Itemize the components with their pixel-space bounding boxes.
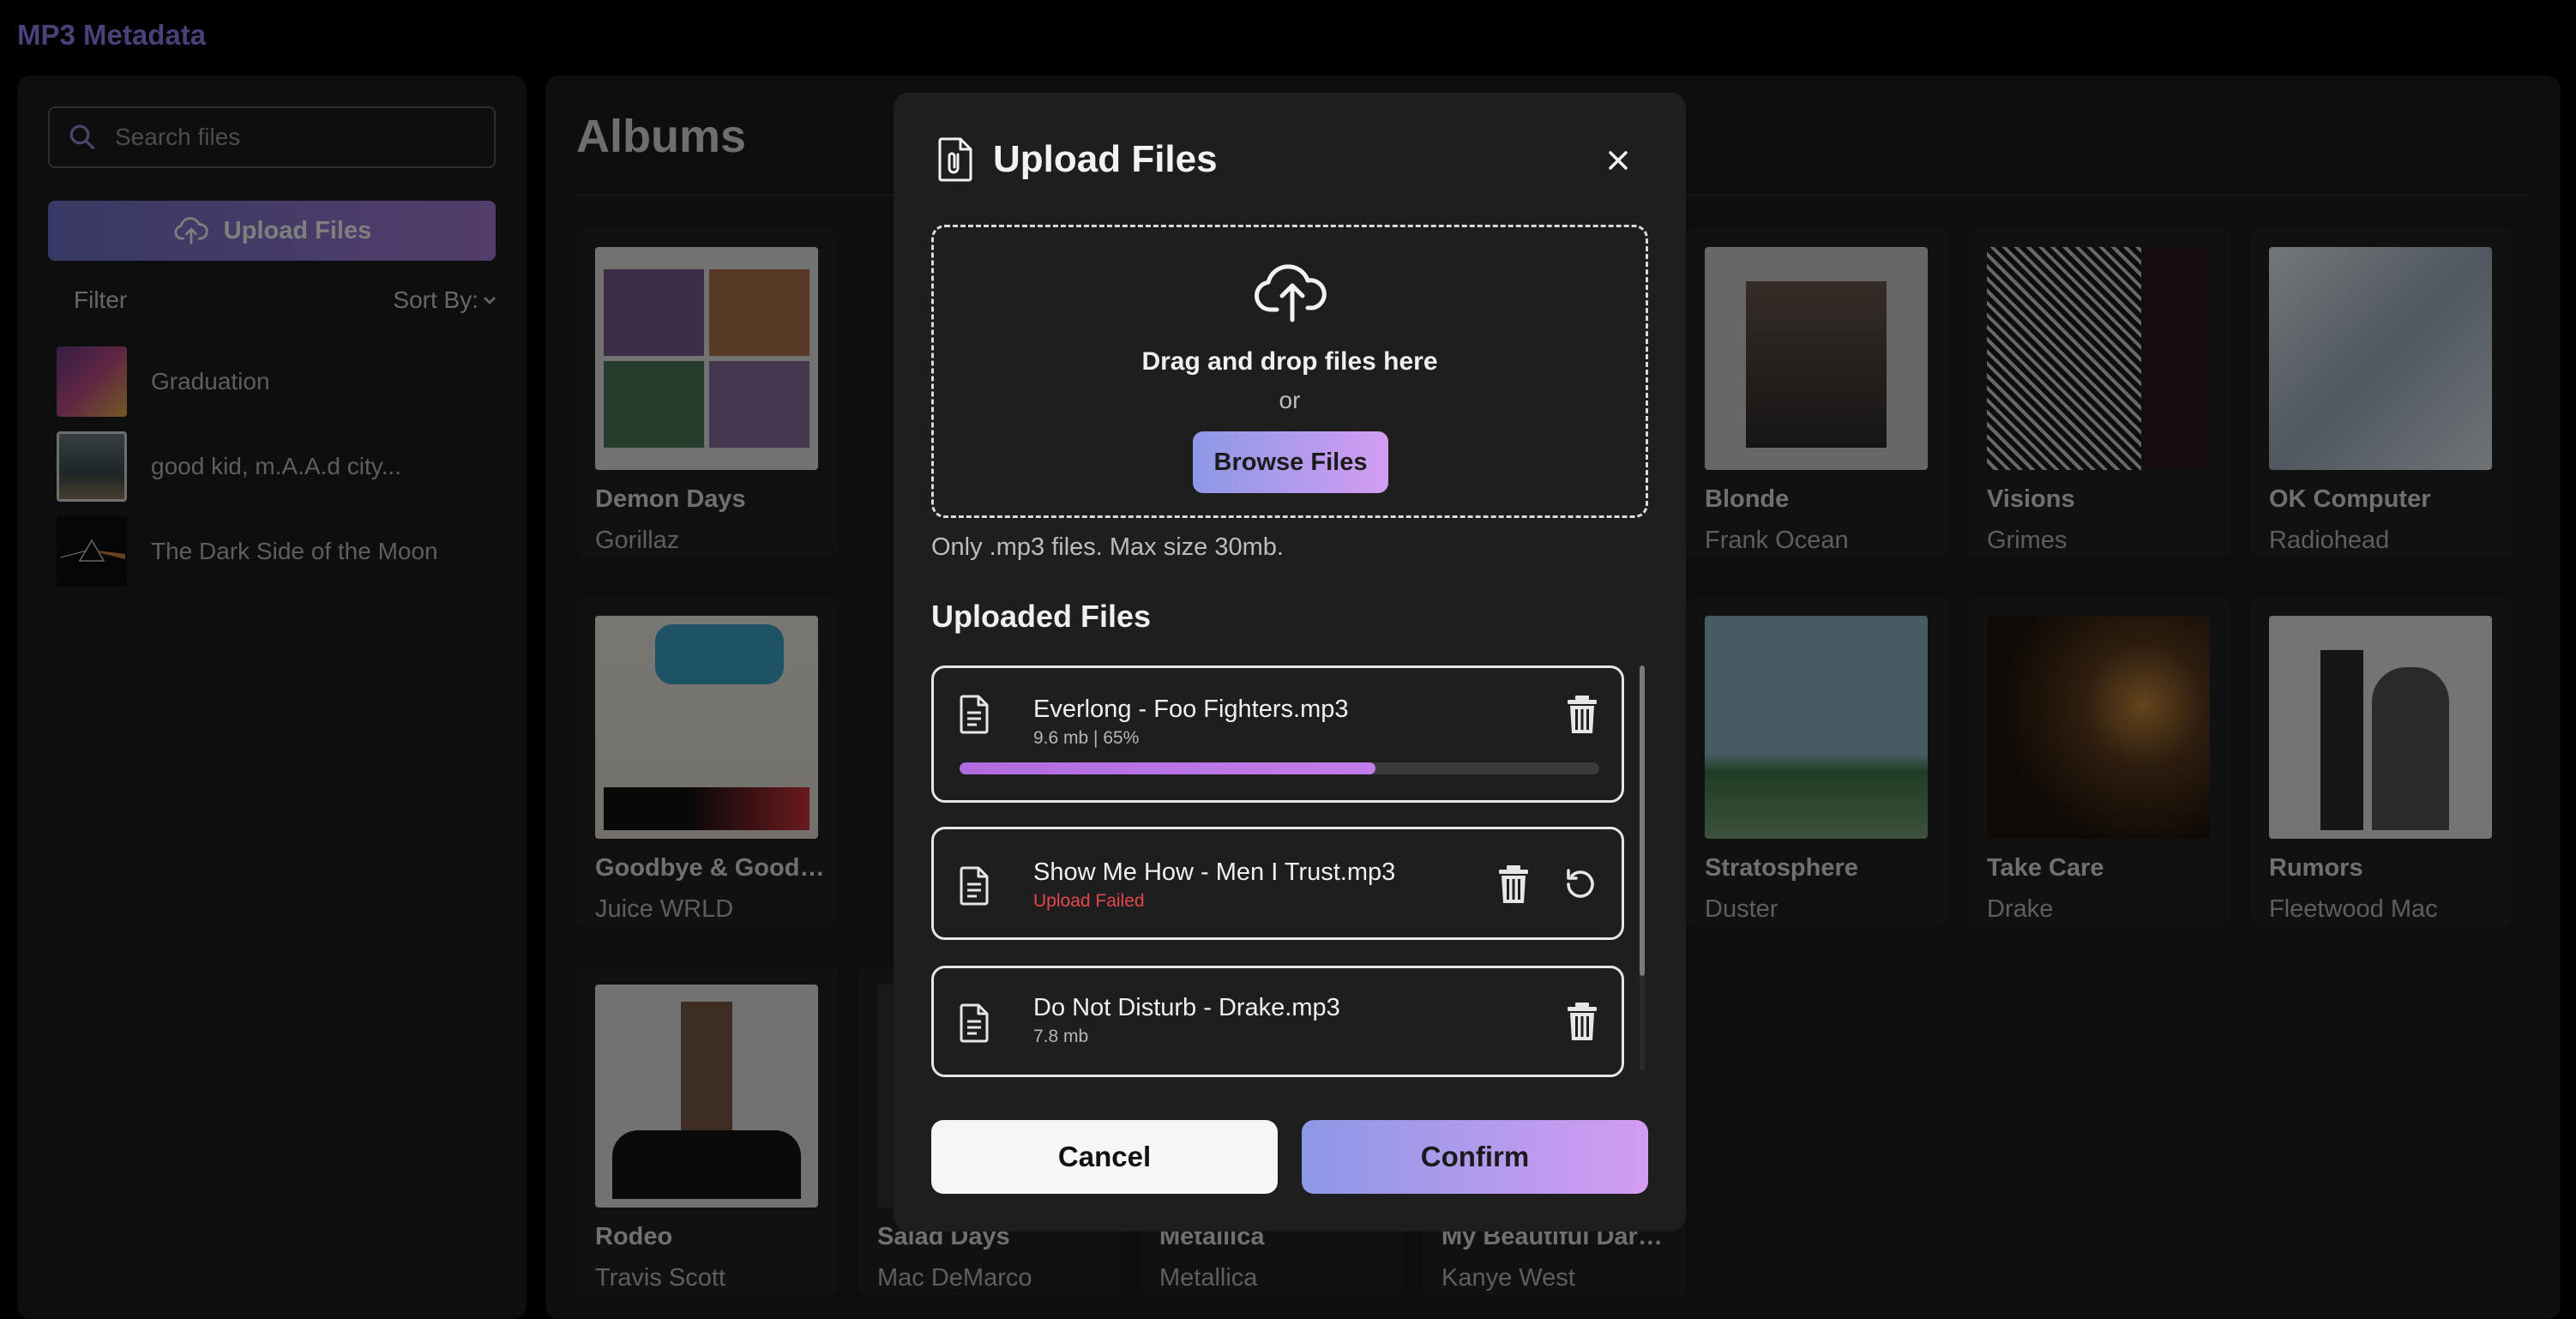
- file-name: Show Me How - Men I Trust.mp3: [1033, 858, 1396, 886]
- file-item: Do Not Disturb - Drake.mp3 7.8 mb: [931, 966, 1624, 1077]
- modal-header: Upload Files: [935, 136, 1218, 184]
- file-meta: 9.6 mb | 65%: [1033, 728, 1140, 748]
- retry-icon[interactable]: [1562, 865, 1599, 903]
- dropzone-or: or: [1279, 387, 1301, 413]
- file-item: Show Me How - Men I Trust.mp3 Upload Fai…: [931, 827, 1624, 940]
- dropzone-label: Drag and drop files here: [1141, 347, 1438, 376]
- file-name: Everlong - Foo Fighters.mp3: [1033, 696, 1349, 723]
- cloud-upload-icon: [1254, 264, 1327, 322]
- close-icon[interactable]: [1600, 142, 1636, 178]
- cancel-button[interactable]: Cancel: [931, 1120, 1278, 1194]
- trash-icon[interactable]: [1565, 694, 1599, 735]
- trash-icon[interactable]: [1496, 864, 1531, 905]
- file-item: Everlong - Foo Fighters.mp3 9.6 mb | 65%: [931, 666, 1624, 803]
- upload-progress-bar: [960, 762, 1599, 774]
- uploaded-files-heading: Uploaded Files: [931, 599, 1152, 634]
- app: MP3 Metadata Upload Files Filter Sort By…: [0, 0, 2576, 1319]
- document-icon: [960, 1003, 989, 1043]
- paperclip-document-icon: [938, 137, 972, 182]
- document-icon: [960, 866, 989, 906]
- upload-failed-status: Upload Failed: [1033, 891, 1145, 911]
- trash-icon[interactable]: [1565, 1001, 1599, 1042]
- scrollbar-thumb[interactable]: [1640, 666, 1645, 976]
- file-meta: 7.8 mb: [1033, 1027, 1089, 1046]
- upload-progress-fill: [960, 762, 1375, 774]
- dropzone[interactable]: Drag and drop files here or Browse Files: [931, 225, 1648, 518]
- upload-modal: Upload Files Drag and drop files here or…: [894, 93, 1686, 1232]
- file-name: Do Not Disturb - Drake.mp3: [1033, 994, 1340, 1021]
- modal-title: Upload Files: [993, 138, 1218, 180]
- confirm-button[interactable]: Confirm: [1302, 1120, 1648, 1194]
- browse-files-button[interactable]: Browse Files: [1193, 431, 1388, 493]
- document-icon: [960, 695, 989, 734]
- file-constraints-hint: Only .mp3 files. Max size 30mb.: [931, 533, 1284, 561]
